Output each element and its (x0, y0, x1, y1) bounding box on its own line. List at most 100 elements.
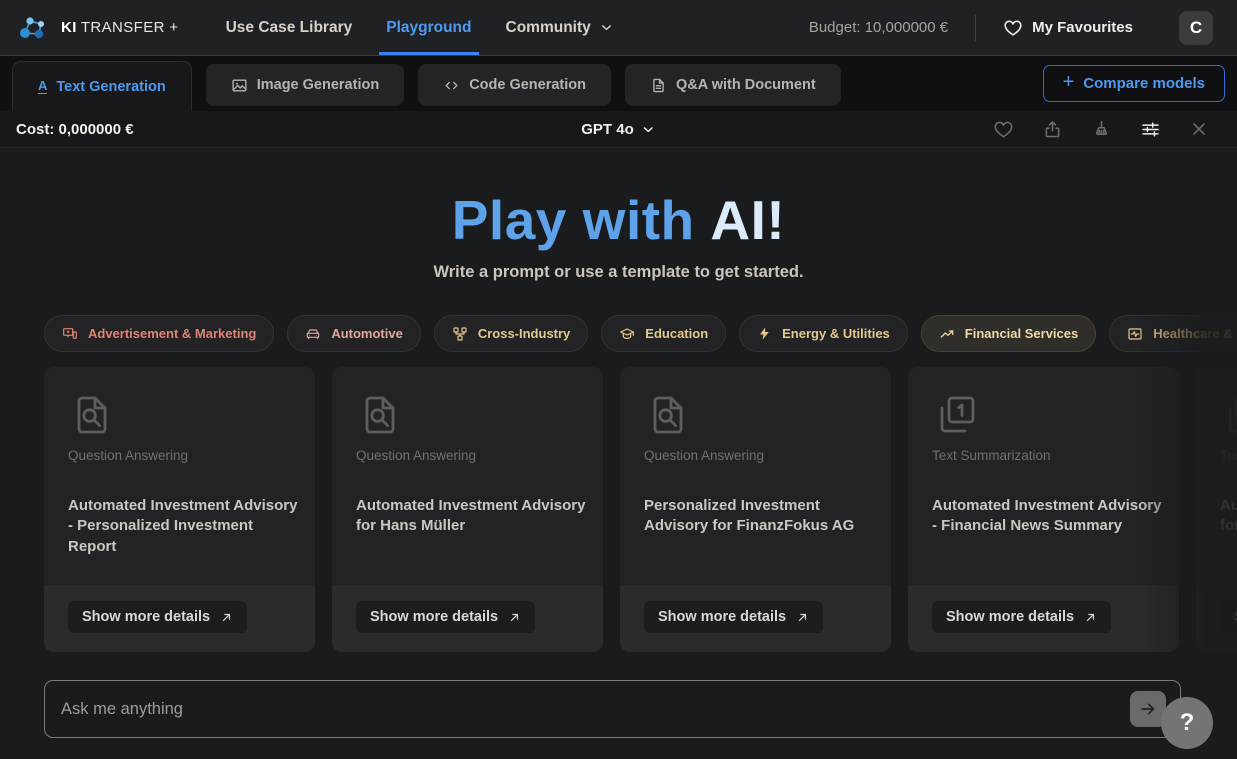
card-footer: Show more details (1196, 585, 1237, 652)
card-title: Automated Investment Advisory - Financia… (932, 496, 1162, 537)
clear-broom-icon-button[interactable] (1091, 119, 1112, 140)
show-more-details-button[interactable]: Show more details (1220, 601, 1237, 633)
card-category: Text Summarization (932, 448, 1155, 463)
chip-label: Advertisement & Marketing (88, 326, 256, 341)
use-case-card[interactable]: Question Answering Automated Investment … (44, 367, 315, 652)
nav-item-community[interactable]: Community (489, 0, 631, 55)
heart-icon (1003, 18, 1023, 38)
hero-section: Play with AI! Write a prompt or use a te… (0, 148, 1237, 282)
favourites-label: My Favourites (1032, 19, 1133, 36)
sliders-icon (1140, 119, 1161, 140)
health-monitor-icon (1127, 326, 1143, 342)
show-more-details-button[interactable]: Show more details (644, 601, 823, 633)
model-name: GPT 4o (581, 121, 634, 138)
page-subtitle: Write a prompt or use a template to get … (0, 263, 1237, 282)
app-logo[interactable]: KITRANSFER + (16, 10, 179, 46)
main-nav: Use Case Library Playground Community (209, 0, 631, 55)
tab-label: Q&A with Document (676, 77, 816, 93)
card-category: Text Summarization (1220, 448, 1237, 463)
show-more-details-button[interactable]: Show more details (68, 601, 247, 633)
chip-label: Education (645, 326, 708, 341)
tab-label: Text Generation (56, 79, 165, 95)
card-title: Automated Investment Advisory for Hans M… (356, 496, 586, 537)
chip-label: Automotive (331, 326, 403, 341)
card-footer: Show more details (908, 585, 1179, 652)
question-answering-icon (644, 391, 692, 439)
nav-label: Community (506, 19, 591, 37)
heart-icon (993, 119, 1014, 140)
car-icon (305, 326, 321, 342)
arrow-right-icon (1138, 699, 1158, 719)
nav-label: Playground (386, 19, 471, 37)
question-answering-icon (356, 391, 404, 439)
page-title: Play with AI! (0, 188, 1237, 252)
favourite-icon-button[interactable] (993, 119, 1014, 140)
tab-text-generation[interactable]: A Text Generation (12, 61, 192, 111)
use-case-card[interactable]: Text Summarization Automated Investment … (908, 367, 1179, 652)
chip-education[interactable]: Education (601, 315, 726, 352)
workflow-icon (452, 326, 468, 342)
top-navigation-bar: KITRANSFER + Use Case Library Playground… (0, 0, 1237, 56)
show-more-details-button[interactable]: Show more details (356, 601, 535, 633)
prompt-input[interactable] (44, 680, 1181, 738)
card-category: Question Answering (68, 448, 291, 463)
card-category: Question Answering (356, 448, 579, 463)
use-case-card[interactable]: Question Answering Automated Investment … (332, 367, 603, 652)
user-avatar[interactable]: C (1179, 11, 1213, 45)
tab-image-generation[interactable]: Image Generation (206, 64, 404, 106)
model-selector[interactable]: GPT 4o (581, 121, 656, 138)
card-title: Personalized Investment Advisory for Fin… (644, 496, 874, 537)
share-icon-button[interactable] (1042, 119, 1063, 140)
card-footer: Show more details (620, 585, 891, 652)
external-arrow-icon (508, 611, 521, 624)
show-more-details-button[interactable]: Show more details (932, 601, 1111, 633)
chip-automotive[interactable]: Automotive (287, 315, 421, 352)
tab-label: Image Generation (257, 77, 379, 93)
external-arrow-icon (796, 611, 809, 624)
nav-item-use-case-library[interactable]: Use Case Library (209, 0, 370, 55)
logo-text: KITRANSFER + (61, 19, 179, 36)
card-footer: Show more details (44, 585, 315, 652)
tab-label: Code Generation (469, 77, 586, 93)
chevron-down-icon (641, 122, 656, 137)
compare-models-button[interactable]: + Compare models (1043, 65, 1225, 102)
nav-label: Use Case Library (226, 19, 353, 37)
chip-financial-services[interactable]: Financial Services (921, 315, 1096, 352)
chip-label: Energy & Utilities (782, 326, 890, 341)
graduation-cap-icon (619, 326, 635, 342)
card-title: Automated Investment Advisory - Personal… (68, 496, 298, 557)
category-filter-row: Advertisement & Marketing Automotive Cro… (44, 315, 1237, 352)
chip-label: Healthcare & Life Science (1153, 326, 1237, 341)
tab-code-generation[interactable]: Code Generation (418, 64, 611, 106)
cost-display: Cost: 0,000000 € (16, 121, 134, 138)
tab-qa-with-document[interactable]: Q&A with Document (625, 64, 841, 106)
question-mark-icon: ? (1180, 709, 1195, 737)
chip-cross-industry[interactable]: Cross-Industry (434, 315, 588, 352)
details-label: Show more details (946, 609, 1074, 625)
use-case-card[interactable]: Question Answering Personalized Investme… (620, 367, 891, 652)
my-favourites-button[interactable]: My Favourites (1003, 18, 1133, 38)
chip-healthcare-life-science[interactable]: Healthcare & Life Science (1109, 315, 1237, 352)
use-case-card-row: Question Answering Automated Investment … (44, 367, 1237, 652)
plus-icon: + (1063, 71, 1075, 94)
compare-models-label: Compare models (1083, 75, 1205, 92)
external-arrow-icon (220, 611, 233, 624)
toolbar-actions (993, 119, 1221, 140)
chip-label: Financial Services (965, 326, 1078, 341)
trend-up-icon (939, 326, 955, 342)
use-case-card-partial[interactable]: Text Summarization Automated Investment … (1196, 367, 1237, 652)
settings-sliders-icon-button[interactable] (1140, 119, 1161, 140)
session-toolbar: Cost: 0,000000 € GPT 4o (0, 111, 1237, 148)
share-icon (1042, 119, 1063, 140)
chip-advertisement-marketing[interactable]: Advertisement & Marketing (44, 315, 274, 352)
chip-energy-utilities[interactable]: Energy & Utilities (739, 315, 908, 352)
nav-item-playground[interactable]: Playground (369, 0, 488, 55)
text-generation-icon: A (38, 79, 47, 95)
details-label: Show more details (658, 609, 786, 625)
question-answering-icon (68, 391, 116, 439)
close-icon-button[interactable] (1189, 119, 1209, 139)
card-footer: Show more details (332, 585, 603, 652)
header-divider (975, 15, 976, 41)
ad-marketing-icon (62, 326, 78, 342)
help-button[interactable]: ? (1161, 697, 1213, 749)
